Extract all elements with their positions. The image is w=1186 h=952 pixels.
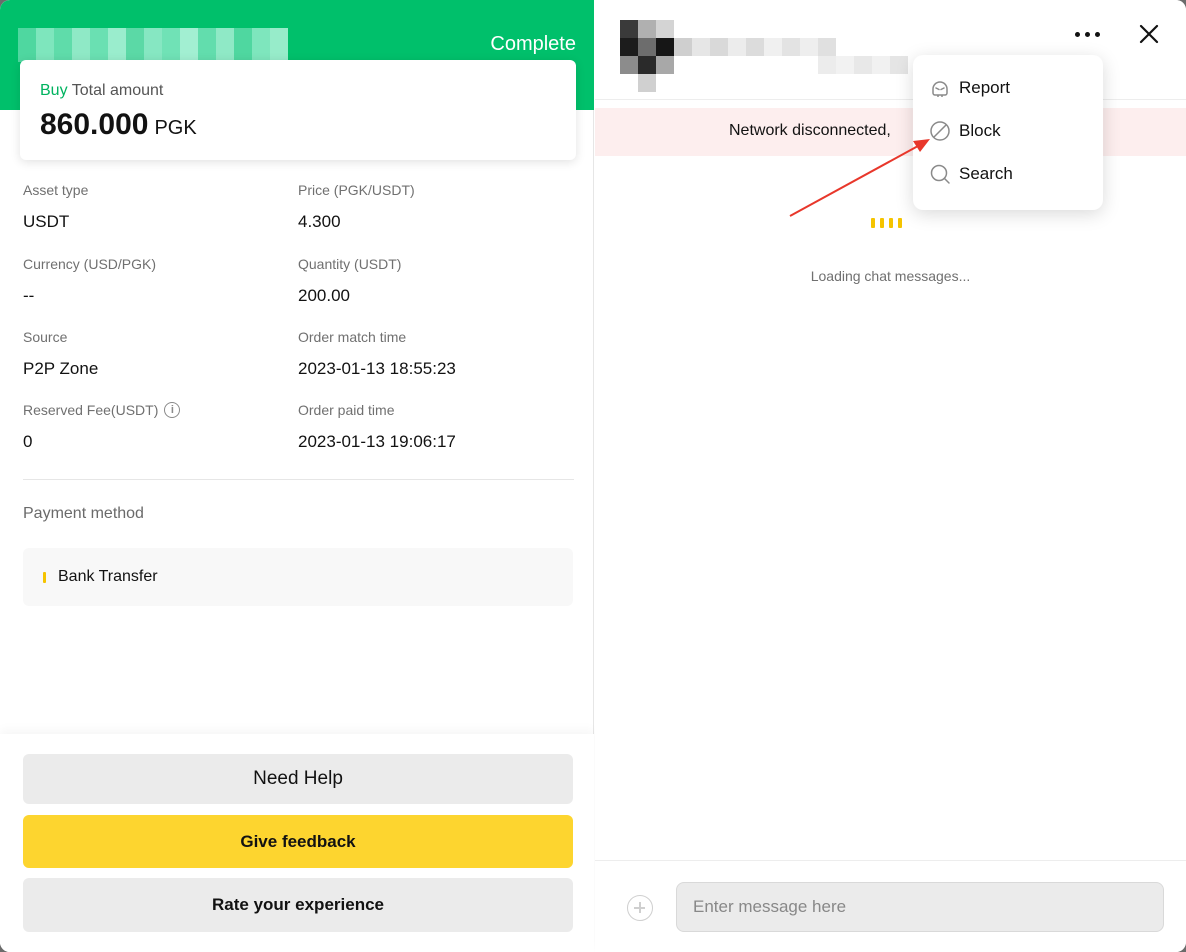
- total-amount-card: Buy Total amount 860.000 PGK: [20, 60, 576, 160]
- chat-composer: [595, 860, 1186, 952]
- detail-value: 2023-01-13 19:06:17: [298, 432, 456, 451]
- amount-caption: Total amount: [71, 82, 164, 99]
- detail-value: USDT: [23, 212, 70, 231]
- payment-method-name: Bank Transfer: [58, 568, 158, 585]
- loading-text: Loading chat messages...: [810, 268, 971, 284]
- block-icon: [930, 121, 950, 141]
- detail-order-paid-time: Order paid time 2023-01-13 19:06:17: [298, 402, 568, 452]
- detail-currency: Currency (USD/PGK) --: [23, 256, 293, 306]
- detail-label: Quantity (USDT): [298, 256, 402, 272]
- give-feedback-button[interactable]: Give feedback: [23, 815, 573, 868]
- report-icon: [932, 81, 948, 97]
- detail-value: P2P Zone: [23, 359, 99, 378]
- detail-value: 4.300: [298, 212, 341, 231]
- detail-value: 0: [23, 432, 33, 451]
- add-attachment-icon[interactable]: [627, 895, 653, 921]
- close-icon[interactable]: [1135, 20, 1163, 48]
- amount-value: 860.000: [40, 108, 149, 141]
- divider: [23, 479, 574, 480]
- detail-label-row: Reserved Fee(USDT) i: [23, 402, 293, 418]
- detail-label: Reserved Fee(USDT): [23, 402, 159, 418]
- detail-price: Price (PGK/USDT) 4.300: [298, 182, 568, 232]
- detail-source: Source P2P Zone: [23, 329, 293, 379]
- payment-method-card[interactable]: Bank Transfer: [23, 548, 573, 606]
- order-details-panel: Complete Buy Total amount 860.000 PGK As…: [0, 0, 594, 952]
- amount-currency: PGK: [154, 117, 197, 139]
- side-label: Buy: [40, 82, 68, 99]
- payment-method-title: Payment method: [23, 505, 144, 522]
- detail-label: Order match time: [298, 329, 407, 345]
- redacted-counterparty-avatar: [620, 20, 910, 92]
- detail-label: Asset type: [23, 182, 89, 198]
- detail-quantity: Quantity (USDT) 200.00: [298, 256, 568, 306]
- detail-value: --: [23, 286, 35, 305]
- menu-item-report[interactable]: Report: [929, 77, 1010, 99]
- detail-asset-type: Asset type USDT: [23, 182, 293, 232]
- total-amount: 860.000 PGK: [40, 108, 197, 142]
- more-options-button[interactable]: [1069, 22, 1105, 46]
- payment-method-indicator: [43, 572, 46, 583]
- detail-label: Currency (USD/PGK): [23, 256, 157, 272]
- detail-label: Source: [23, 329, 68, 345]
- detail-order-match-time: Order match time 2023-01-13 18:55:23: [298, 329, 568, 379]
- redacted-merchant-name: [18, 28, 288, 62]
- menu-item-label: Search: [959, 164, 1013, 183]
- detail-value: 2023-01-13 18:55:23: [298, 359, 456, 378]
- menu-item-label: Block: [959, 121, 1001, 140]
- need-help-button[interactable]: Need Help: [23, 754, 573, 804]
- rate-experience-button[interactable]: Rate your experience: [23, 878, 573, 932]
- more-options-menu: Report Block Search: [913, 55, 1103, 210]
- loading-indicator: [871, 218, 902, 228]
- order-actions: Need Help Give feedback Rate your experi…: [0, 734, 594, 952]
- menu-item-search[interactable]: Search: [929, 163, 1013, 185]
- message-input[interactable]: [676, 882, 1164, 932]
- order-window: Complete Buy Total amount 860.000 PGK As…: [0, 0, 1186, 952]
- order-status: Complete: [490, 33, 576, 55]
- info-icon[interactable]: i: [164, 402, 181, 418]
- menu-item-label: Report: [959, 78, 1011, 97]
- detail-label: Price (PGK/USDT): [298, 182, 415, 198]
- total-amount-label: Buy Total amount: [40, 82, 163, 100]
- detail-reserved-fee: Reserved Fee(USDT) i 0: [23, 402, 293, 452]
- detail-value: 200.00: [298, 286, 350, 305]
- menu-item-block[interactable]: Block: [929, 120, 1001, 142]
- detail-label: Order paid time: [298, 402, 395, 418]
- network-status-text: Network disconnected,: [729, 122, 891, 139]
- search-icon: [930, 164, 950, 184]
